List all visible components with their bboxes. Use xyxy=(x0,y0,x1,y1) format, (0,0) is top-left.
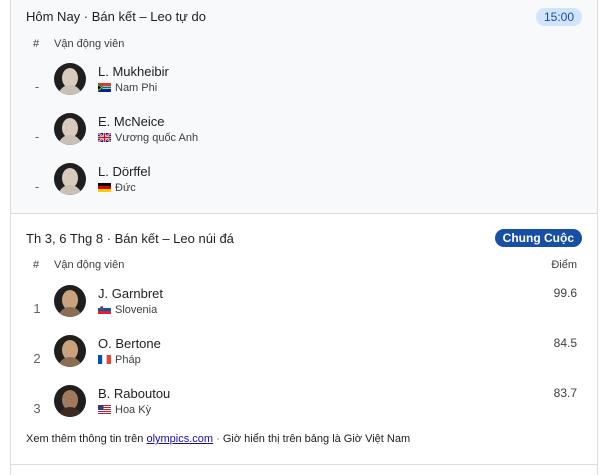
athlete-score: 84.5 xyxy=(553,336,577,350)
section-title: Th 3, 6 Thg 8 · Bán kết – Leo núi đá xyxy=(26,231,234,246)
athlete-score: 99.6 xyxy=(553,286,577,300)
athlete-avatar xyxy=(54,163,86,195)
athlete-name: B. Raboutou xyxy=(98,386,171,401)
athlete-avatar xyxy=(54,385,86,417)
athlete-name: O. Bertone xyxy=(98,336,161,351)
score-column-header: Điểm xyxy=(551,259,577,271)
footer-note: Xem thêm thông tin trên olympics.com · G… xyxy=(26,433,411,445)
athlete-name: L. Dörffel xyxy=(98,164,151,179)
athlete-country: Pháp xyxy=(98,354,141,366)
slovenia-flag-icon xyxy=(98,305,111,314)
boulder-semifinal-card: Th 3, 6 Thg 8 · Bán kết – Leo núi đá Chu… xyxy=(10,214,598,465)
athlete-row[interactable]: - L. Mukheibir Nam Phi xyxy=(11,63,597,113)
athlete-score: 83.7 xyxy=(553,386,577,400)
athlete-rank: 1 xyxy=(33,301,41,316)
athlete-row[interactable]: 3 B. Raboutou Hoa Kỳ 83.7 xyxy=(11,385,597,435)
athlete-avatar xyxy=(54,63,86,95)
athlete-row[interactable]: - L. Dörffel Đức xyxy=(11,163,597,213)
athlete-avatar xyxy=(54,113,86,145)
rank-column-header: # xyxy=(33,259,40,271)
athlete-name: J. Garnbret xyxy=(98,286,164,301)
athlete-country: Vương quốc Anh xyxy=(98,132,198,144)
athlete-column-header: Vận động viên xyxy=(54,38,125,50)
athlete-rank: - xyxy=(34,79,40,94)
athlete-avatar xyxy=(54,285,86,317)
start-time-badge: 15:00 xyxy=(535,8,582,26)
athlete-row[interactable]: 1 J. Garnbret Slovenia 99.6 xyxy=(11,285,597,335)
athlete-rank: 2 xyxy=(33,351,41,366)
athlete-country: Hoa Kỳ xyxy=(98,404,151,416)
france-flag-icon xyxy=(98,355,111,364)
final-status-badge: Chung Cuộc xyxy=(494,229,582,247)
olympics-link[interactable]: olympics.com xyxy=(146,433,213,445)
athlete-rank: - xyxy=(34,179,40,194)
today-semifinal-card: Hôm Nay · Bán kết – Leo tự do 15:00 # Vậ… xyxy=(10,0,598,214)
germany-flag-icon xyxy=(98,183,111,192)
section-title: Hôm Nay · Bán kết – Leo tự do xyxy=(26,9,206,24)
athlete-row[interactable]: 2 O. Bertone Pháp 84.5 xyxy=(11,335,597,385)
next-card-edge xyxy=(10,465,598,475)
athlete-rank: 3 xyxy=(33,401,41,416)
athlete-name: L. Mukheibir xyxy=(98,64,169,79)
usa-flag-icon xyxy=(98,405,111,414)
athlete-column-header: Vận động viên xyxy=(54,259,125,271)
athlete-country: Slovenia xyxy=(98,304,157,316)
uk-flag-icon xyxy=(98,133,111,142)
athlete-name: E. McNeice xyxy=(98,114,165,129)
athlete-avatar xyxy=(54,335,86,367)
south-africa-flag-icon xyxy=(98,83,111,92)
athlete-rank: - xyxy=(34,129,40,144)
athlete-country: Đức xyxy=(98,182,136,194)
rank-column-header: # xyxy=(33,38,40,50)
athlete-row[interactable]: - E. McNeice Vương quốc Anh xyxy=(11,113,597,163)
athlete-country: Nam Phi xyxy=(98,82,157,94)
